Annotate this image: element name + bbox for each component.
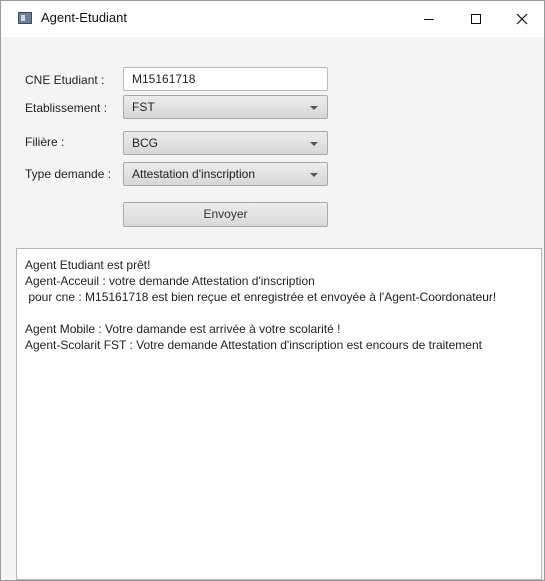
etablissement-value: FST (132, 100, 155, 114)
send-button[interactable]: Envoyer (123, 202, 328, 227)
type-demande-select[interactable]: Attestation d'inscription (123, 162, 328, 186)
filiere-select[interactable]: BCG (123, 131, 328, 155)
log-line: pour cne : M15161718 est bien reçue et e… (25, 290, 497, 304)
log-line: Agent-Scolarit FST : Votre demande Attes… (25, 338, 482, 352)
window-title: Agent-Etudiant (41, 10, 128, 25)
maximize-button[interactable] (453, 1, 499, 37)
title-bar[interactable]: Agent-Etudiant (1, 1, 544, 37)
app-window: Agent-Etudiant CNE Etudiant : M15161718 … (0, 0, 545, 581)
cne-input[interactable]: M15161718 (123, 67, 328, 91)
chevron-down-icon (310, 106, 318, 110)
log-line: Agent-Acceuil : votre demande Attestatio… (25, 274, 315, 288)
etablissement-select[interactable]: FST (123, 95, 328, 119)
minimize-icon (424, 18, 434, 20)
type-demande-value: Attestation d'inscription (132, 167, 256, 181)
chevron-down-icon (310, 142, 318, 146)
filiere-label: Filière : (25, 135, 65, 149)
filiere-value: BCG (132, 136, 159, 150)
cne-label: CNE Etudiant : (25, 73, 105, 87)
close-icon (516, 13, 528, 25)
chevron-down-icon (310, 173, 318, 177)
log-textarea[interactable]: Agent Etudiant est prêt! Agent-Acceuil :… (16, 248, 542, 580)
log-line: Agent Etudiant est prêt! (25, 258, 151, 272)
log-line: Agent Mobile : Votre damande est arrivée… (25, 322, 341, 336)
close-button[interactable] (499, 1, 545, 37)
type-demande-label: Type demande : (25, 167, 112, 181)
maximize-icon (471, 14, 481, 24)
minimize-button[interactable] (406, 1, 452, 37)
request-form: CNE Etudiant : M15161718 Etablissement :… (1, 37, 544, 237)
app-window-icon (18, 12, 32, 24)
etablissement-label: Etablissement : (25, 101, 108, 115)
